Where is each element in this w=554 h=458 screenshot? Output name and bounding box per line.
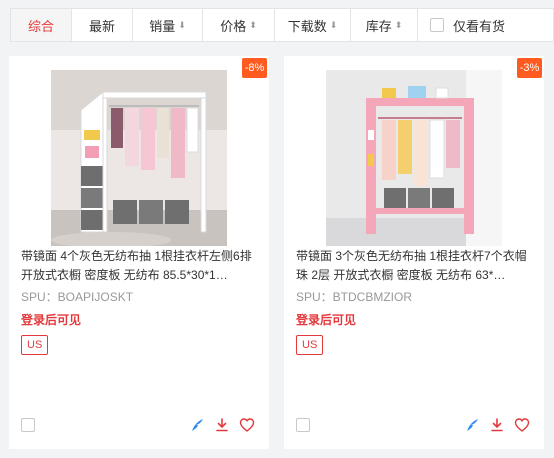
sort-down-icon: ⬇ <box>329 19 338 30</box>
heart-icon[interactable] <box>239 417 255 433</box>
discount-badge: -8% <box>242 58 267 78</box>
sort-comprehensive[interactable]: 综合 <box>11 9 72 41</box>
sort-sales[interactable]: 销量 ⬇ <box>133 9 203 41</box>
feather-icon[interactable] <box>189 417 205 433</box>
site-badge: US <box>296 335 324 355</box>
product-spu: SPU：BTDCBMZIOR <box>296 290 413 304</box>
sort-label: 库存 <box>365 18 392 34</box>
site-badge: US <box>21 335 49 355</box>
sort-price[interactable]: 价格 ⬍ <box>203 9 275 41</box>
card-actions <box>464 417 530 433</box>
in-stock-checkbox[interactable] <box>430 18 444 32</box>
sort-updown-icon: ⬍ <box>394 19 403 30</box>
discount-badge: -3% <box>517 58 542 78</box>
price-login-notice: 登录后可见 <box>21 313 82 327</box>
sort-label: 最新 <box>88 18 115 34</box>
sort-bar: 综合 最新 销量 ⬇ 价格 ⬍ 下载数 ⬇ 库存 ⬍ 仅看有货 <box>10 8 554 42</box>
sort-label: 销量 <box>149 18 176 34</box>
sort-stock[interactable]: 库存 ⬍ <box>351 9 418 41</box>
download-icon[interactable] <box>489 417 505 433</box>
price-login-notice: 登录后可见 <box>296 313 357 327</box>
sort-label: 综合 <box>27 18 54 34</box>
product-image[interactable] <box>326 70 502 246</box>
sort-down-icon: ⬇ <box>178 19 186 30</box>
product-title[interactable]: 带镜面 4个灰色无纺布抽 1根挂衣杆左侧6排 开放式衣橱 密度板 无纺布 85.… <box>21 247 261 285</box>
select-checkbox[interactable] <box>21 418 35 432</box>
download-icon[interactable] <box>214 417 230 433</box>
select-checkbox[interactable] <box>296 418 310 432</box>
feather-icon[interactable] <box>464 417 480 433</box>
in-stock-label: 仅看有货 <box>453 18 506 34</box>
sort-label: 下载数 <box>287 18 327 34</box>
card-actions <box>189 417 255 433</box>
sort-label: 价格 <box>220 18 247 34</box>
in-stock-filter[interactable]: 仅看有货 <box>418 9 553 41</box>
product-title[interactable]: 带镜面 3个灰色无纺布抽 1根挂衣杆7个衣帽珠 2层 开放式衣橱 密度板 无纺布… <box>296 247 536 285</box>
product-card[interactable]: -3% 带镜面 3个灰色无纺布抽 1根挂衣杆7个衣帽珠 2层 开放式衣橱 密度板… <box>284 56 544 449</box>
wardrobe-white-image <box>51 70 227 246</box>
sort-downloads[interactable]: 下载数 ⬇ <box>275 9 351 41</box>
sort-updown-icon: ⬍ <box>249 19 257 30</box>
sort-newest[interactable]: 最新 <box>72 9 133 41</box>
product-card[interactable]: -8% 带镜面 4个灰色无纺布抽 1根挂衣杆左侧6排 开放式衣橱 密度板 无纺布… <box>9 56 269 449</box>
heart-icon[interactable] <box>514 417 530 433</box>
wardrobe-pink-image <box>326 70 502 246</box>
product-image[interactable] <box>51 70 227 246</box>
product-spu: SPU：BOAPIJOSKT <box>21 290 134 304</box>
